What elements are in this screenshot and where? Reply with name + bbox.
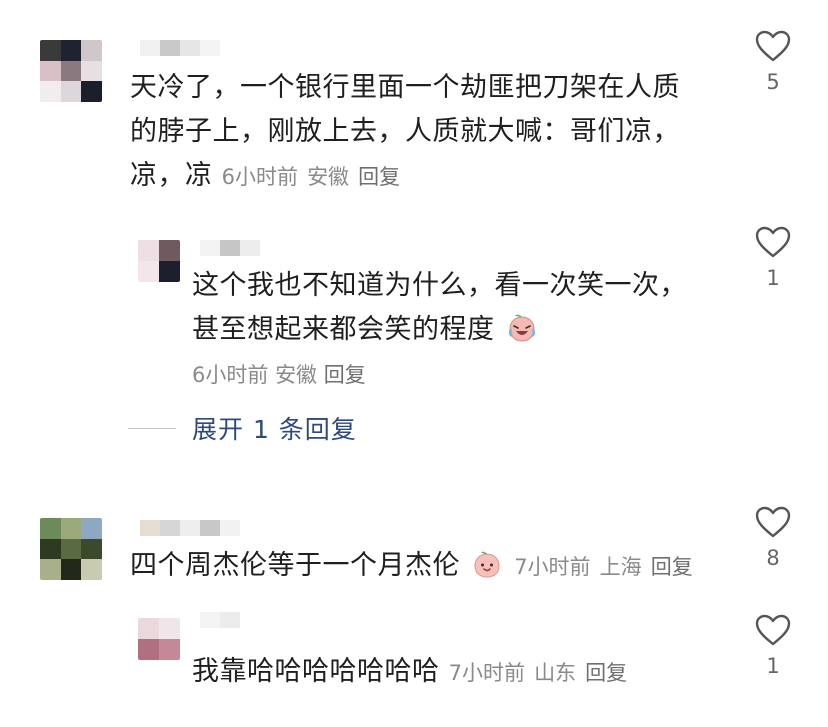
like-count: 5 bbox=[766, 70, 780, 94]
comment-location: 山东 bbox=[534, 661, 577, 685]
username-blurred[interactable] bbox=[140, 520, 240, 536]
comment-location: 安徽 bbox=[275, 363, 318, 387]
divider bbox=[128, 427, 176, 429]
avatar[interactable] bbox=[40, 40, 102, 102]
avatar[interactable] bbox=[138, 618, 180, 660]
username-blurred[interactable] bbox=[140, 40, 220, 56]
username-blurred[interactable] bbox=[200, 240, 260, 256]
heart-outline-icon bbox=[755, 614, 791, 646]
expand-replies-button[interactable]: 展开 1 条回复 bbox=[128, 410, 357, 446]
comment-text: 这个我也不知道为什么，看一次笑一次， 甚至想起来都会笑的程度 bbox=[192, 270, 687, 345]
comment-meta: 6小时前 安徽 回复 bbox=[192, 360, 366, 390]
crying-laughing-peach-emoji bbox=[508, 314, 535, 342]
reply-button[interactable]: 回复 bbox=[324, 363, 366, 387]
heart-outline-icon bbox=[755, 506, 791, 538]
comment-time: 7小时前 bbox=[448, 661, 525, 685]
peach-smile-emoji bbox=[474, 551, 500, 578]
avatar[interactable] bbox=[40, 518, 102, 580]
like-count: 1 bbox=[766, 266, 780, 290]
comment-text: 四个周杰伦等于一个月杰伦 7小时前 上海 回复 bbox=[130, 550, 693, 581]
username-blurred[interactable] bbox=[200, 612, 240, 628]
like-button[interactable]: 8 bbox=[748, 506, 798, 570]
comment-location: 上海 bbox=[599, 555, 642, 579]
avatar[interactable] bbox=[138, 240, 180, 282]
like-button[interactable]: 1 bbox=[748, 614, 798, 678]
comment-time: 7小时前 bbox=[514, 555, 591, 579]
expand-replies-label: 展开 1 条回复 bbox=[192, 415, 357, 444]
like-button[interactable]: 1 bbox=[748, 226, 798, 290]
like-count: 8 bbox=[766, 546, 780, 570]
comment-text: 我靠哈哈哈哈哈哈哈 7小时前 山东 回复 bbox=[192, 656, 628, 687]
comment-text: 天冷了，一个银行里面一个劫匪把刀架在人质 的脖子上，刚放上去，人质就大喊：哥们凉… bbox=[130, 72, 680, 191]
reply-button[interactable]: 回复 bbox=[585, 661, 627, 685]
heart-outline-icon bbox=[755, 226, 791, 258]
reply-button[interactable]: 回复 bbox=[651, 555, 693, 579]
like-button[interactable]: 5 bbox=[748, 30, 798, 94]
comment-location: 安徽 bbox=[307, 165, 350, 189]
like-count: 1 bbox=[766, 654, 780, 678]
reply-button[interactable]: 回复 bbox=[358, 165, 400, 189]
comment-time: 6小时前 bbox=[192, 363, 269, 387]
heart-outline-icon bbox=[755, 30, 791, 62]
comment-time: 6小时前 bbox=[221, 165, 298, 189]
